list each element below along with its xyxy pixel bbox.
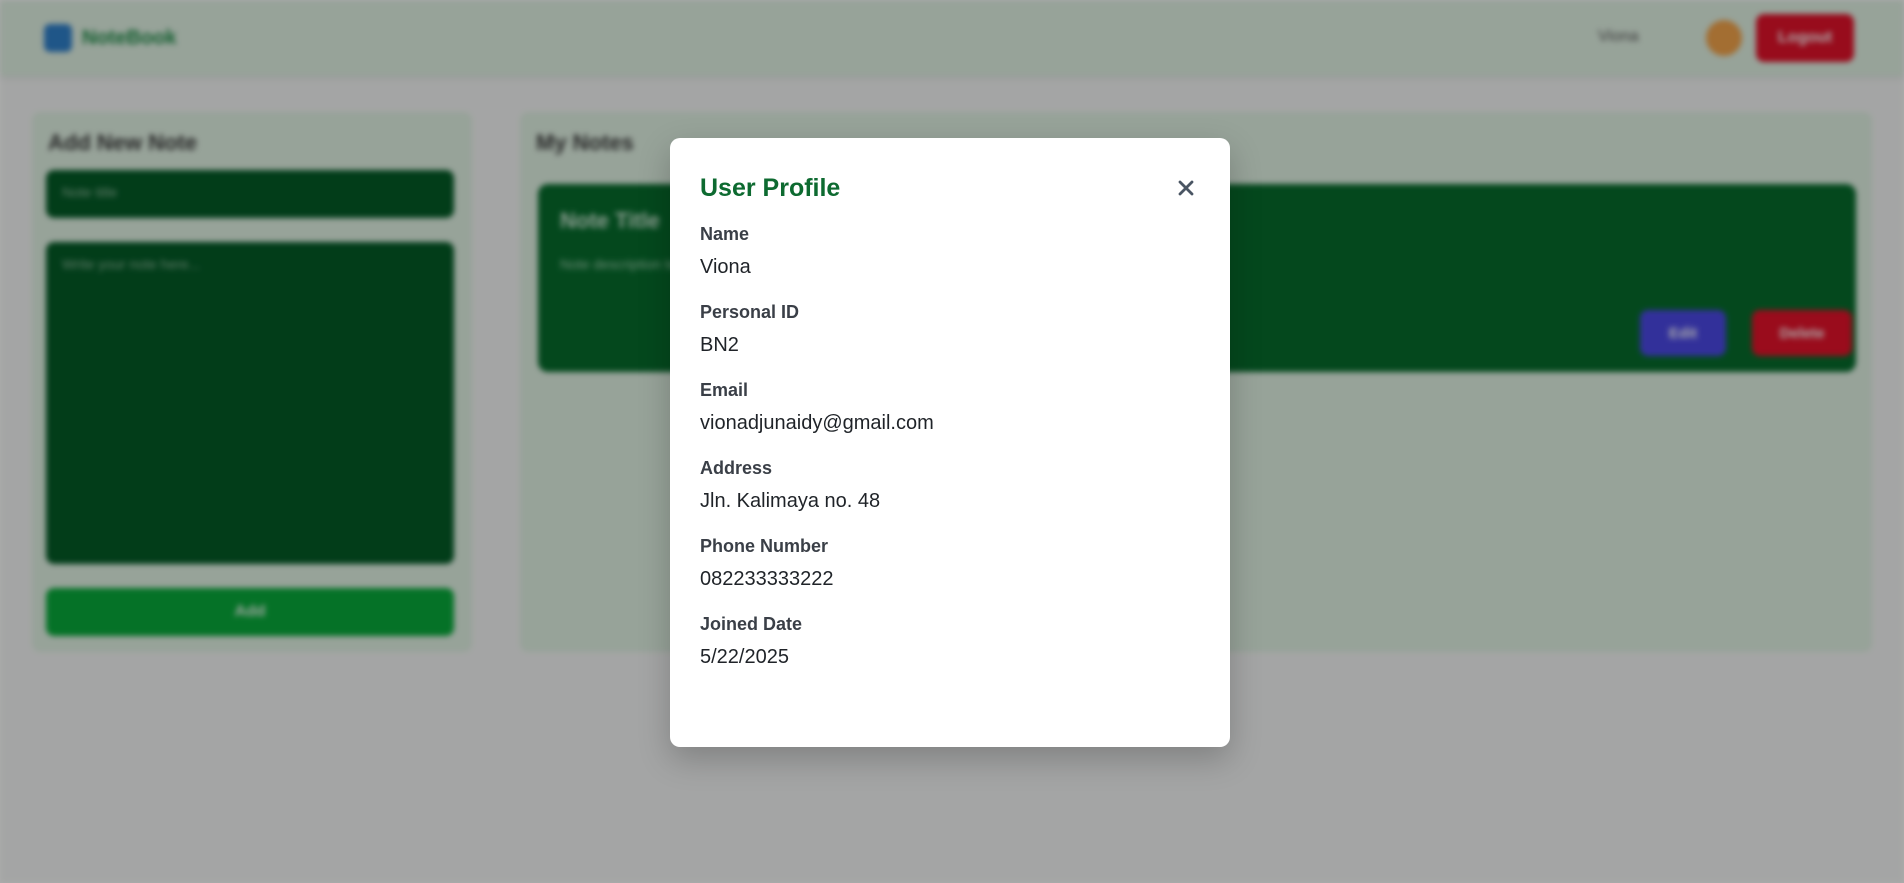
field-label: Name [700,224,750,244]
field-label: Personal ID [700,302,800,322]
user-profile-modal: User Profile Name Viona Personal ID BN2 … [670,138,1230,747]
profile-fields: Name Viona Personal ID BN2 Email vionadj… [700,222,1200,672]
field-label: Email [700,380,749,400]
field-value: Viona [700,256,751,278]
field-value: BN2 [700,334,739,356]
modal-title: User Profile [700,173,841,202]
profile-field-email: Email vionadjunaidy@gmail.com [700,378,1200,438]
profile-field-personal-id: Personal ID BN2 [700,300,1200,360]
close-button[interactable] [1174,176,1198,200]
field-label: Joined Date [700,614,803,634]
profile-field-joined-date: Joined Date 5/22/2025 [700,612,1200,672]
profile-field-address: Address Jln. Kalimaya no. 48 [700,456,1200,516]
field-value: 082233333222 [700,568,834,590]
profile-field-phone: Phone Number 082233333222 [700,534,1200,594]
close-icon [1178,180,1194,196]
modal-header: User Profile [700,174,1200,202]
field-value: 5/22/2025 [700,646,789,668]
profile-field-name: Name Viona [700,222,1200,282]
field-value: Jln. Kalimaya no. 48 [700,490,881,512]
field-label: Address [700,458,773,478]
field-label: Phone Number [700,536,829,556]
field-value: vionadjunaidy@gmail.com [700,412,934,434]
